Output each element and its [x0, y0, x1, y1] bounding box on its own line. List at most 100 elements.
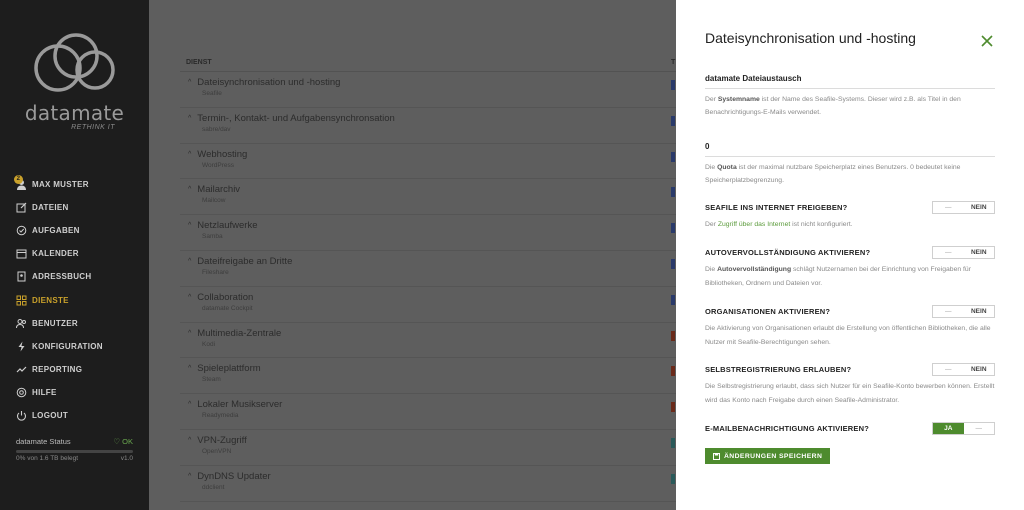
- users-icon: [16, 318, 27, 329]
- status-label: datamate Status: [16, 437, 71, 446]
- email-notification-toggle-block: E-MAILBENACHRICHTIGUNG AKTIVIEREN? JA —: [705, 422, 995, 435]
- sidebar: datamate RETHINK IT 2 MAX MUSTER DATEIEN…: [0, 0, 149, 510]
- system-name-help: Der Systemname ist der Name des Seafile-…: [705, 96, 961, 116]
- system-status: datamate Status ♡ OK 0% von 1.6 TB beleg…: [16, 437, 133, 462]
- email-notification-toggle[interactable]: JA —: [932, 422, 995, 435]
- internet-toggle[interactable]: — NEIN: [932, 201, 995, 214]
- service-software: Fileshare: [202, 268, 229, 276]
- bolt-icon: [16, 341, 27, 352]
- service-name-text: Webhosting: [197, 148, 248, 160]
- sidebar-item-reporting[interactable]: REPORTING: [0, 358, 149, 381]
- service-software: WordPress: [202, 161, 235, 169]
- service-type-marker: [671, 223, 675, 234]
- sidebar-item-adressbuch[interactable]: ADRESSBUCH: [0, 265, 149, 288]
- system-name-input[interactable]: datamate Dateiaustausch: [705, 74, 995, 89]
- power-icon: [16, 410, 27, 421]
- services-table: DIENST T ^ Dateisynchronisation und -host…: [180, 53, 680, 502]
- table-row[interactable]: ^ DynDNS Updater ddclient: [180, 466, 680, 502]
- sidebar-item-aufgaben[interactable]: AUFGABEN: [0, 219, 149, 242]
- grid-icon: [16, 295, 27, 306]
- edit-icon: [16, 202, 27, 213]
- service-name: ^ Webhosting: [188, 149, 680, 160]
- brand-name: datamate: [24, 101, 125, 125]
- service-type-marker: [671, 115, 675, 126]
- service-name-text: Termin-, Kontakt- und Aufgabensynchronsa…: [197, 112, 395, 124]
- internet-access-link[interactable]: Zugriff über das Internet: [718, 221, 790, 228]
- service-software: Steam: [202, 376, 221, 384]
- service-name-text: VPN-Zugriff: [197, 434, 247, 446]
- toggle-help: Der Zugriff über das Internet ist nicht …: [705, 221, 853, 228]
- service-type-marker: [671, 258, 675, 269]
- table-row[interactable]: ^ Termin-, Kontakt- und Aufgabensynchrons…: [180, 108, 680, 144]
- service-name-text: Dateisynchronisation und -hosting: [197, 77, 341, 88]
- chart-line-icon: [16, 364, 27, 375]
- main-content-overlay[interactable]: DIENST T ^ Dateisynchronisation und -host…: [149, 0, 680, 510]
- table-row[interactable]: ^ Dateifreigabe an Dritte Fileshare: [180, 251, 680, 287]
- service-name-text: Netzlaufwerke: [197, 220, 258, 232]
- service-type-marker: [671, 187, 675, 198]
- service-software: Seafile: [202, 90, 222, 97]
- sidebar-item-konfiguration[interactable]: KONFIGURATION: [0, 335, 149, 358]
- toggle-knob: —: [945, 366, 952, 373]
- sidebar-item-benutzer[interactable]: BENUTZER: [0, 312, 149, 335]
- sidebar-item-dateien[interactable]: DATEIEN: [0, 196, 149, 219]
- registration-toggle-block: SELBSTREGISTRIERUNG ERLAUBEN? — NEIN Die…: [705, 363, 995, 408]
- service-name: ^ Termin-, Kontakt- und Aufgabensynchrons…: [188, 113, 680, 124]
- column-header-dienst: DIENST: [186, 58, 212, 66]
- service-name-text: Mailarchiv: [197, 184, 241, 196]
- table-row[interactable]: ^ Webhosting WordPress: [180, 144, 680, 180]
- save-changes-button[interactable]: ÄNDERUNGEN SPEICHERN: [705, 448, 831, 464]
- autocomplete-toggle-block: AUTOVERVOLLSTÄNDIGUNG AKTIVIEREN? — NEIN…: [705, 246, 995, 291]
- help-icon: [16, 387, 27, 398]
- chevron-up-icon: ^: [188, 365, 192, 373]
- service-name: ^ VPN-Zugriff: [188, 435, 680, 446]
- table-row[interactable]: ^ VPN-Zugriff OpenVPN: [180, 430, 680, 466]
- address-book-icon: [16, 271, 27, 282]
- service-software: Kodi: [202, 340, 216, 348]
- user-tie-icon: 2: [14, 175, 27, 191]
- table-row[interactable]: ^ Multimedia-Zentrale Kodi: [180, 323, 680, 359]
- sidebar-nav: 2 MAX MUSTER DATEIEN AUFGABEN KALENDER A…: [0, 173, 149, 427]
- table-row[interactable]: ^ Collaboration datamate Cockpit: [180, 287, 680, 323]
- table-row[interactable]: ^ Spieleplattform Steam: [180, 358, 680, 395]
- toggle-help: Die Selbstregistrierung erlaubt, dass si…: [705, 383, 995, 404]
- service-settings-panel: Dateisynchronisation und -hosting datama…: [676, 0, 1024, 510]
- service-name: ^ Multimedia-Zentrale: [188, 328, 680, 339]
- service-software: Mailcow: [202, 197, 226, 205]
- tasks-icon: [16, 225, 27, 236]
- service-software: sabre/dav: [202, 125, 231, 133]
- sidebar-item-label: KALENDER: [32, 249, 79, 259]
- calendar-icon: [16, 248, 27, 259]
- chevron-up-icon: ^: [188, 150, 192, 158]
- service-software: ddclient: [202, 483, 225, 491]
- chevron-up-icon: ^: [188, 114, 192, 122]
- toggle-knob: —: [975, 425, 983, 432]
- sidebar-item-user[interactable]: 2 MAX MUSTER: [0, 173, 149, 196]
- quota-input[interactable]: 0: [705, 142, 995, 157]
- table-row[interactable]: ^ Netzlaufwerke Samba: [180, 215, 680, 251]
- organisations-toggle-block: ORGANISATIONEN AKTIVIEREN? — NEIN Die Ak…: [705, 305, 995, 350]
- storage-bar: [16, 450, 133, 453]
- toggle-state: NEIN: [970, 308, 987, 315]
- version-label: v1.0: [120, 455, 133, 462]
- autocomplete-toggle[interactable]: — NEIN: [932, 246, 995, 259]
- table-row[interactable]: ^ Dateisynchronisation und -hosting Seafil…: [180, 72, 680, 108]
- registration-toggle[interactable]: — NEIN: [932, 363, 995, 376]
- close-icon[interactable]: [981, 35, 993, 47]
- service-name: ^ Collaboration: [188, 292, 680, 303]
- sidebar-item-dienste[interactable]: DIENSTE: [0, 288, 149, 311]
- service-software: OpenVPN: [202, 447, 232, 455]
- organisations-toggle[interactable]: — NEIN: [932, 305, 995, 318]
- sidebar-item-label: MAX MUSTER: [32, 180, 89, 190]
- status-ok-text: OK: [122, 437, 133, 446]
- sidebar-item-logout[interactable]: LOGOUT: [0, 404, 149, 427]
- sidebar-item-kalender[interactable]: KALENDER: [0, 242, 149, 265]
- service-type-marker: [671, 80, 675, 90]
- table-row[interactable]: ^ Lokaler Musikserver Readymedia: [180, 394, 680, 430]
- internet-toggle-block: SEAFILE INS INTERNET FREIGEBEN? — NEIN D…: [705, 201, 995, 232]
- toggle-state: NEIN: [970, 249, 987, 256]
- sidebar-item-label: BENUTZER: [32, 318, 78, 328]
- sidebar-item-label: ADRESSBUCH: [32, 272, 92, 282]
- sidebar-item-hilfe[interactable]: HILFE: [0, 381, 149, 404]
- table-row[interactable]: ^ Mailarchiv Mailcow: [180, 179, 680, 216]
